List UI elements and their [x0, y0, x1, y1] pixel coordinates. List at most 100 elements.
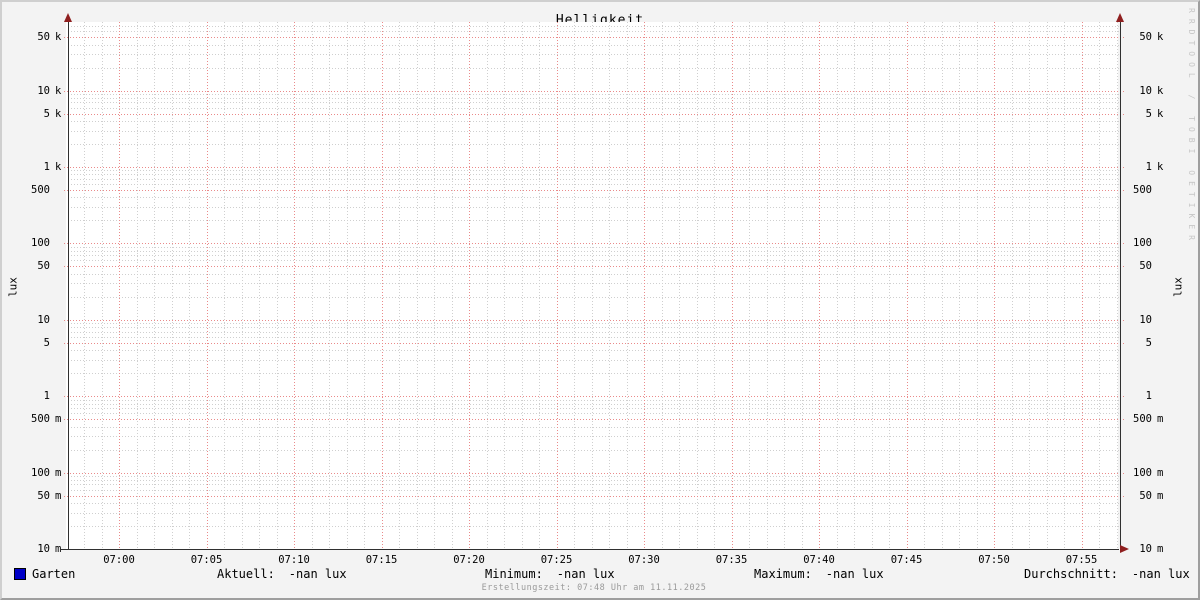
- y-tick-label-right: 10: [1139, 313, 1152, 326]
- stat-maximum: Maximum: -nan lux: [754, 567, 884, 581]
- minor-gridline: [766, 22, 768, 549]
- minor-gridline: [68, 327, 1120, 329]
- minor-gridline: [504, 22, 505, 549]
- minor-gridline: [171, 22, 173, 549]
- minor-gridline: [68, 503, 1120, 504]
- minor-gridline: [68, 102, 1120, 104]
- minor-gridline: [1116, 22, 1118, 549]
- y-tick-label-right: 50 m: [1139, 489, 1164, 502]
- major-gridline: [64, 90, 1124, 92]
- major-gridline: [469, 22, 470, 549]
- minor-gridline: [68, 336, 1120, 338]
- minor-gridline: [68, 373, 1120, 375]
- major-gridline: [64, 396, 1124, 398]
- minor-gridline: [679, 22, 680, 549]
- y-tick-label-left: 50 m: [37, 489, 62, 502]
- y-tick-label-right: 500: [1133, 183, 1152, 196]
- y-tick-label-left: 10: [37, 313, 50, 326]
- minor-gridline: [451, 22, 453, 549]
- minor-gridline: [101, 22, 103, 549]
- minor-gridline: [68, 408, 1120, 410]
- y-tick-label-right: 5: [1145, 336, 1152, 349]
- minor-gridline: [68, 413, 1120, 415]
- y-axis-left: [68, 20, 69, 549]
- y-tick-label-right: 50: [1139, 260, 1152, 273]
- minor-gridline: [591, 22, 593, 549]
- y-tick-label-right: 10 k: [1139, 84, 1164, 97]
- minor-gridline: [68, 526, 1120, 527]
- minor-gridline: [626, 22, 628, 549]
- y-axis-unit-left: lux: [6, 277, 20, 297]
- major-gridline: [1081, 22, 1083, 549]
- minor-gridline: [1029, 22, 1030, 549]
- minor-gridline: [924, 22, 925, 549]
- major-gridline: [64, 319, 1124, 321]
- x-axis: [61, 549, 1119, 550]
- minor-gridline: [68, 67, 1120, 69]
- minor-gridline: [154, 22, 155, 549]
- major-gridline: [819, 22, 820, 549]
- minor-gridline: [68, 31, 1120, 33]
- minor-gridline: [68, 403, 1120, 405]
- minor-gridline: [416, 22, 418, 549]
- minor-gridline: [311, 22, 313, 549]
- stat-durchschnitt: Durchschnitt: -nan lux: [1024, 567, 1190, 581]
- minor-gridline: [68, 54, 1120, 56]
- minor-gridline: [68, 44, 1120, 46]
- minor-gridline: [68, 174, 1120, 176]
- minor-gridline: [68, 98, 1120, 99]
- major-gridline: [64, 342, 1124, 344]
- minor-gridline: [68, 220, 1120, 222]
- minor-gridline: [854, 22, 855, 549]
- major-gridline: [64, 37, 1124, 39]
- legend-row: Garten Aktuell: -nan lux Minimum: -nan lux…: [2, 567, 1198, 583]
- minor-gridline: [68, 350, 1120, 352]
- major-gridline: [731, 22, 733, 549]
- stat-minimum-value: -nan lux: [556, 567, 615, 581]
- minor-gridline: [1046, 22, 1048, 549]
- x-tick-label: 07:40: [803, 554, 835, 566]
- y-tick-label-left: 50: [37, 260, 50, 273]
- minor-gridline: [68, 426, 1120, 428]
- y-tick-label-left: 100 m: [31, 466, 62, 479]
- major-gridline: [906, 22, 908, 549]
- y-tick-label-left: 10 m: [37, 543, 62, 555]
- minor-gridline: [241, 22, 243, 549]
- minor-gridline: [539, 22, 540, 549]
- minor-gridline: [68, 296, 1120, 298]
- major-gridline: [64, 266, 1124, 268]
- minor-gridline: [801, 22, 803, 549]
- major-gridline: [644, 22, 645, 549]
- minor-gridline: [1064, 22, 1065, 549]
- minor-gridline: [68, 94, 1120, 96]
- minor-gridline: [696, 22, 698, 549]
- x-tick-label: 07:55: [1065, 554, 1098, 566]
- legend-label-garten: Garten: [32, 567, 76, 581]
- minor-gridline: [84, 22, 85, 549]
- rrdtool-graph: Helligkeit 50 k 50 k 10 k 10 k 5 k 5 k 1 k 1 k 500 500 100…: [0, 0, 1200, 600]
- y-tick-label-left: 5: [43, 336, 50, 349]
- minor-gridline: [521, 22, 523, 549]
- minor-gridline: [959, 22, 960, 549]
- minor-gridline: [68, 436, 1120, 438]
- x-tick-label: 07:25: [540, 554, 573, 566]
- major-gridline: [556, 22, 558, 549]
- stat-minimum-label: Minimum:: [485, 567, 543, 581]
- minor-gridline: [68, 170, 1120, 172]
- x-tick-label: 07:05: [190, 554, 223, 566]
- y-tick-label-right: 100 m: [1133, 466, 1164, 479]
- y-tick-label-left: 5k: [43, 107, 62, 120]
- minor-gridline: [486, 22, 488, 549]
- minor-gridline: [68, 246, 1120, 248]
- minor-gridline: [68, 512, 1120, 514]
- minor-gridline: [68, 359, 1120, 361]
- minor-gridline: [68, 449, 1120, 451]
- minor-gridline: [661, 22, 663, 549]
- x-tick-label: 07:15: [365, 554, 398, 566]
- minor-gridline: [68, 250, 1120, 252]
- x-tick-label: 07:10: [278, 554, 310, 566]
- minor-gridline: [68, 399, 1120, 401]
- major-gridline: [64, 167, 1124, 168]
- major-gridline: [294, 22, 295, 549]
- major-gridline: [206, 22, 208, 549]
